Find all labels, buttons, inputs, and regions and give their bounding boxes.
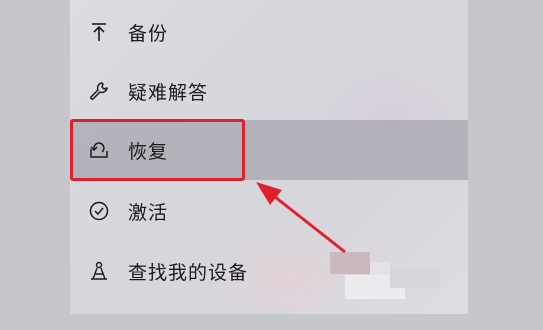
annotation-arrow (256, 182, 346, 254)
